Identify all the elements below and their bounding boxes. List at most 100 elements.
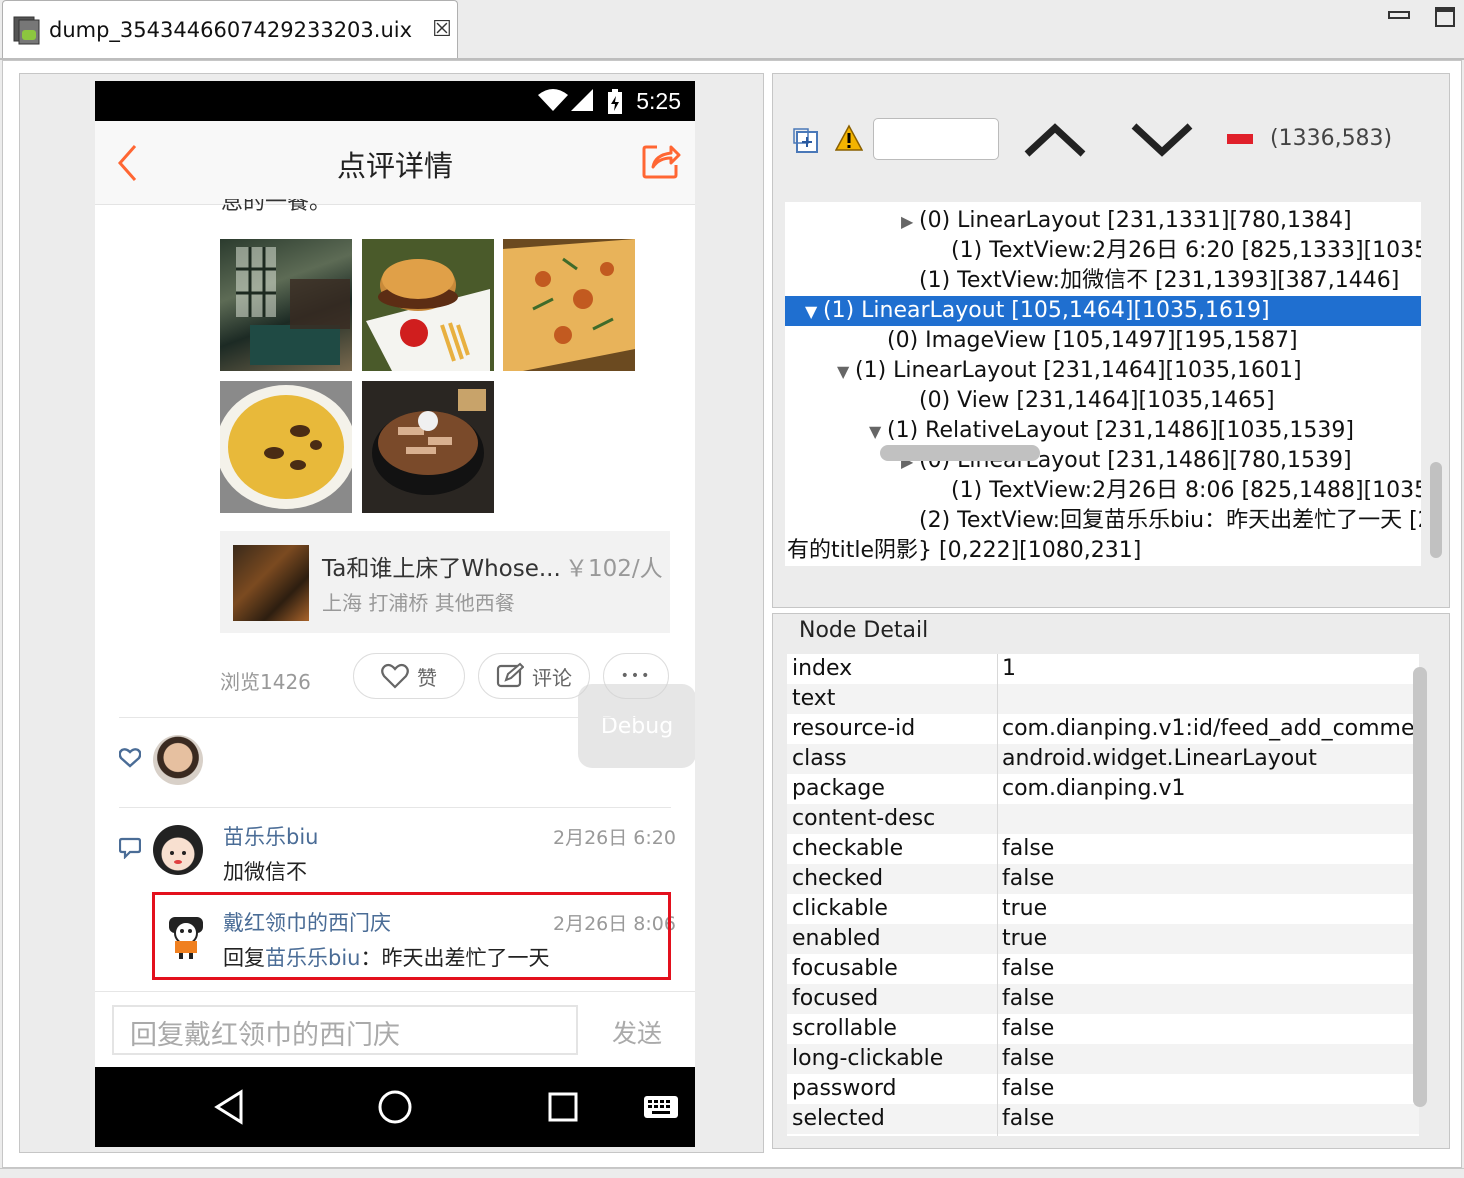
review-photo-5[interactable] [362,381,494,513]
share-icon[interactable] [641,141,681,181]
collapse-triangle-icon[interactable]: ▼ [837,357,855,387]
close-tab-icon[interactable]: ☒ [430,17,454,42]
liked-heart-icon [119,748,141,768]
property-key: content-desc [792,806,936,831]
property-row[interactable]: focusable false [787,954,1419,984]
like-button[interactable]: 赞 [353,653,465,699]
property-value: false [1002,1076,1055,1101]
battery-icon [608,89,622,114]
tree-node[interactable]: ▼ (1) LinearLayout [231,1464][1035,1601] [785,356,1421,386]
warning-icon[interactable] [835,124,863,152]
liker-avatar[interactable] [153,735,203,785]
property-row[interactable]: focused false [787,984,1419,1014]
chevron-down-icon[interactable] [1130,122,1194,158]
tree-node-label: (2) TextView:回复苗乐乐biu：昨天出差忙了一天 [231, [919,508,1421,533]
poi-card[interactable]: Ta和谁上床了Whose... ￥102/人 上海 打浦桥 其他西餐 [220,531,670,633]
cursor-coordinates: (1336,583) [1270,126,1393,151]
divider [119,717,671,718]
property-row[interactable]: text [787,684,1419,714]
selected-node-highlight [152,892,671,980]
expand-all-icon[interactable] [793,128,821,156]
nav-home-icon[interactable] [377,1089,413,1125]
property-key: focusable [792,956,898,981]
comment-label: 评论 [532,665,572,690]
review-photo-4[interactable] [220,381,352,513]
review-photo-3[interactable] [503,239,635,371]
poi-price: ￥102/人 [565,556,663,582]
hierarchy-toolbar: (1336,583) [773,74,1449,200]
reply-input[interactable]: 回复戴红领巾的西门庆 [112,1005,578,1055]
nav-back-icon[interactable] [213,1089,245,1125]
status-time: 5:25 [636,88,681,114]
tree-node-label: (1) TextView:加微信不 [231,1393][387,1446] [919,268,1400,293]
hierarchy-tree[interactable]: ▶ (0) LinearLayout [231,1331][780,1384] (1… [785,202,1421,566]
property-value: false [1002,1106,1055,1131]
maximize-icon[interactable] [1434,6,1456,28]
property-row[interactable]: content-desc [787,804,1419,834]
property-row[interactable]: password false [787,1074,1419,1104]
property-row[interactable]: long-clickable false [787,1044,1419,1074]
property-row[interactable]: resource-id com.dianping.v1:id/feed_add_c… [787,714,1419,744]
tree-node[interactable]: (1) TextView:2月26日 6:20 [825,1333][1035,… [785,236,1421,266]
view-count: 浏览1426 [220,670,311,694]
tree-node[interactable]: 有的title阴影} [0,222][1080,231] [785,536,1421,566]
node-detail-title: Node Detail [799,618,929,643]
property-row[interactable]: clickable true [787,894,1419,924]
property-row[interactable]: enabled true [787,924,1419,954]
collapse-triangle-icon[interactable]: ▼ [869,417,887,447]
property-row[interactable]: selected false [787,1104,1419,1134]
tree-node-label: (1) TextView:2月26日 6:20 [825,1333][1035,… [951,238,1421,263]
page-title: 点评详情 [336,149,453,183]
detail-vertical-scrollbar[interactable] [1413,667,1427,1107]
property-key: password [792,1076,897,1101]
comment-button[interactable]: 评论 [478,653,590,699]
chevron-up-icon[interactable] [1023,122,1087,158]
tree-node[interactable]: (2) TextView:回复苗乐乐biu：昨天出差忙了一天 [231, [785,506,1421,536]
minimize-icon[interactable] [1388,6,1410,24]
tree-node[interactable]: (0) View [231,1464][1035,1465] [785,386,1421,416]
poi-location: 上海 打浦桥 其他西餐 [322,591,515,615]
debug-overlay-button[interactable]: Debug [578,684,695,768]
tree-node[interactable]: (1) TextView:2月26日 8:06 [825,1488][1035,… [785,476,1421,506]
property-row[interactable]: index 1 [787,654,1419,684]
tree-horizontal-scrollbar[interactable] [880,445,1040,461]
tree-node[interactable]: (0) ImageView [105,1497][195,1587] [785,326,1421,356]
tab-title: dump_3543446607429233203.uix [49,17,413,42]
property-value: false [1002,866,1055,891]
like-label: 赞 [417,665,437,690]
tree-node[interactable]: ▼ (1) RelativeLayout [231,1486][1035,1539… [785,416,1421,446]
more-icon: ••• [620,668,652,684]
app-bar: 点评详情 [95,121,695,205]
node-properties-table[interactable]: selected false password false long-clickable… [787,654,1419,1136]
clear-selection-icon[interactable] [1227,134,1253,144]
property-value: true [1002,896,1048,921]
property-row[interactable]: scrollable false [787,1014,1419,1044]
keyboard-icon[interactable] [643,1095,679,1119]
tree-node[interactable]: ▼ (1) LinearLayout [105,1464][1035,1619] [785,296,1421,326]
divider [119,807,671,808]
device-screenshot-pane[interactable]: 5:25 点评详情 息的一餐。 Ta和谁上床了Whose... ￥102/人 上… [19,73,764,1153]
property-row[interactable]: checked false [787,864,1419,894]
review-photo-2[interactable] [362,239,494,371]
review-photo-1[interactable] [220,239,352,371]
expand-triangle-icon[interactable]: ▶ [901,207,919,237]
tree-node[interactable]: (1) TextView:加微信不 [231,1393][387,1446] [785,266,1421,296]
node-search-input[interactable] [873,118,999,160]
hierarchy-pane: (1336,583) ▶ (0) LinearLayout [231,1331][… [772,73,1450,608]
tree-vertical-scrollbar[interactable] [1430,462,1442,558]
heart-icon [381,663,409,689]
collapse-triangle-icon[interactable]: ▼ [805,297,823,327]
comment-user[interactable]: 苗乐乐biu [223,821,318,851]
edit-comment-icon [496,662,524,688]
property-row[interactable]: class android.widget.LinearLayout [787,744,1419,774]
tree-node[interactable]: ▶ (0) LinearLayout [231,1331][780,1384] [785,206,1421,236]
commenter-avatar[interactable] [153,825,203,875]
property-row[interactable]: package com.dianping.v1 [787,774,1419,804]
phone-screen[interactable]: 5:25 点评详情 息的一餐。 Ta和谁上床了Whose... ￥102/人 上… [95,81,695,1147]
poi-name: Ta和谁上床了Whose... [322,556,561,582]
property-row[interactable]: checkable false [787,834,1419,864]
editor-tab[interactable]: dump_3543446607429233203.uix ☒ [2,0,458,58]
property-key: checked [792,866,884,891]
send-button[interactable]: 发送 [612,1014,662,1050]
nav-recents-icon[interactable] [547,1091,579,1123]
